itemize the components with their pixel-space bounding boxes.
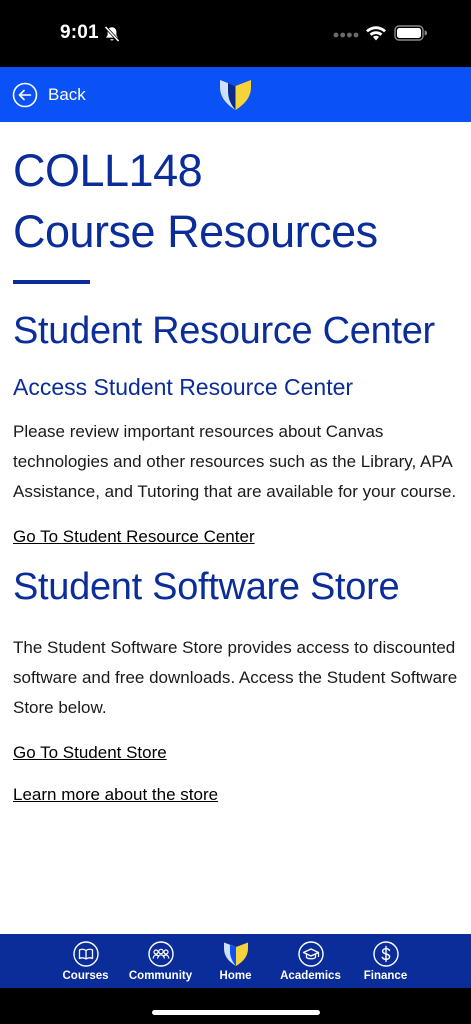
link-row: Go To Student Store [13, 723, 458, 765]
tab-community[interactable]: Community [123, 934, 198, 988]
link-row: Learn more about the store [13, 765, 458, 807]
top-nav-bar: Back [0, 67, 471, 122]
main-content: COLL148 Course Resources Student Resourc… [0, 122, 471, 934]
bottom-tab-bar: Courses Community Home Academics Finance [0, 934, 471, 988]
section-title-resource-center: Student Resource Center [13, 310, 435, 352]
book-icon [72, 941, 99, 967]
page-title: COLL148 Course Resources [13, 140, 458, 262]
status-time: 9:01 [60, 22, 99, 43]
go-to-resource-center-link[interactable]: Go To Student Resource Center [13, 525, 255, 549]
section-title-software-store: Student Software Store [13, 566, 400, 608]
bell-slash-icon [104, 25, 120, 43]
subheading-access-resource-center: Access Student Resource Center [13, 374, 354, 400]
go-to-student-store-link[interactable]: Go To Student Store [13, 741, 167, 765]
resource-center-description: Please review important resources about … [13, 422, 457, 501]
tab-academics[interactable]: Academics [273, 934, 348, 988]
tab-label-finance: Finance [363, 970, 408, 982]
dollar-icon [372, 941, 399, 967]
signal-dots-icon [333, 32, 359, 38]
page-title-line-2: Course Resources [13, 206, 378, 257]
status-bar: 9:01 [0, 0, 471, 67]
people-icon [147, 941, 174, 967]
tab-label-courses: Courses [62, 970, 109, 982]
page-title-line-1: COLL148 [13, 145, 203, 196]
battery-icon [394, 25, 428, 41]
software-store-description: The Student Software Store provides acce… [13, 638, 458, 717]
arrow-left-circle-icon [12, 82, 38, 108]
shield-logo-icon [220, 80, 251, 110]
tab-label-academics: Academics [280, 970, 341, 982]
back-label: Back [48, 85, 86, 104]
tab-home[interactable]: Home [198, 934, 273, 988]
title-divider [13, 280, 90, 284]
learn-more-store-link[interactable]: Learn more about the store [13, 783, 218, 807]
tab-finance[interactable]: Finance [348, 934, 423, 988]
home-indicator[interactable] [152, 1010, 320, 1015]
tab-label-community: Community [128, 970, 193, 982]
home-indicator-area [0, 988, 471, 1024]
link-row: Go To Student Resource Center [13, 507, 458, 549]
back-button[interactable]: Back [12, 81, 86, 109]
wifi-icon [366, 26, 386, 41]
shield-logo-icon [223, 942, 248, 966]
tab-label-home: Home [219, 970, 252, 982]
tab-courses[interactable]: Courses [48, 934, 123, 988]
graduation-cap-icon [297, 941, 324, 967]
app-screen: 9:01 Back COLL148 Course Resources Stude… [0, 0, 471, 1024]
